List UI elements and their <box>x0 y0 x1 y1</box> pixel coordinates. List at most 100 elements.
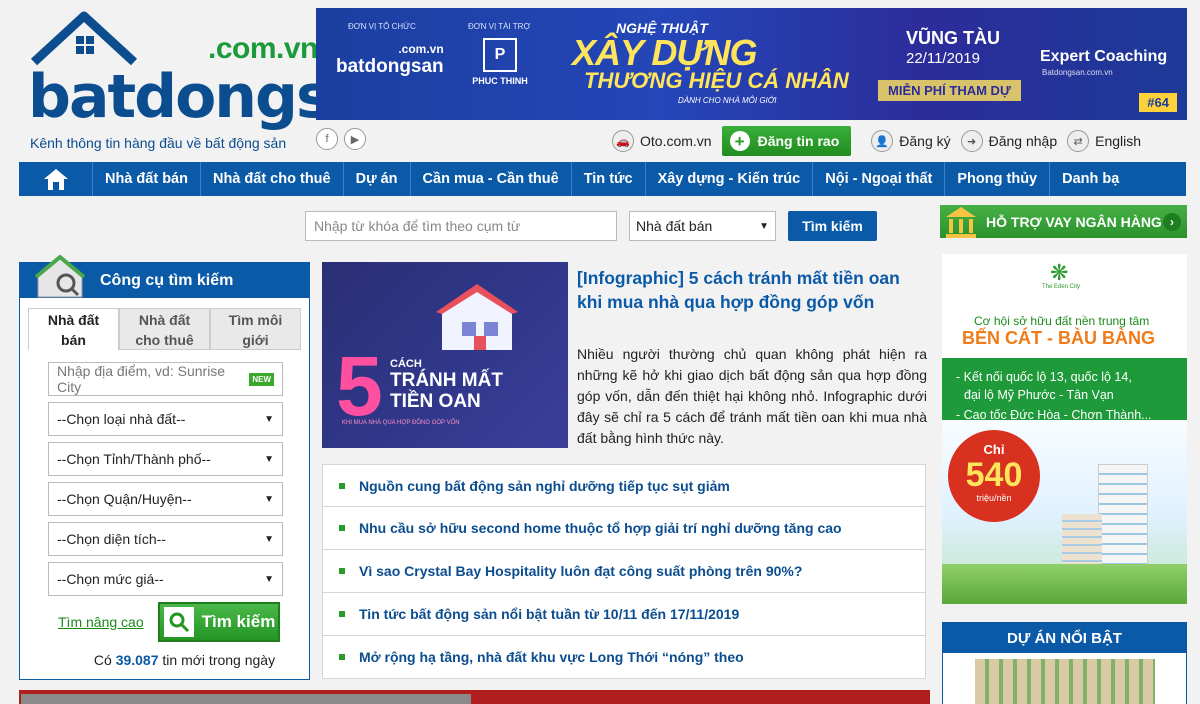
login-link[interactable]: ➜ Đăng nhập <box>960 130 1058 152</box>
news-title: Vì sao Crystal Bay Hospitality luôn đạt … <box>359 563 803 579</box>
home-icon <box>43 169 68 190</box>
price-select[interactable]: --Chọn mức giá-- ▼ <box>48 562 283 596</box>
oto-link[interactable]: 🚗 Oto.com.vn <box>612 130 712 152</box>
news-item[interactable]: Mở rộng hạ tầng, nhà đất khu vực Long Th… <box>322 636 926 679</box>
sponsor-logo: P PHUC THINH <box>462 38 538 86</box>
chevron-down-icon: ▼ <box>264 493 274 505</box>
youtube-icon[interactable]: ▶ <box>344 128 366 150</box>
tab-nha-dat-ban[interactable]: Nhà đất bán <box>28 308 119 350</box>
bank-loan-label: HỖ TRỢ VAY NGÂN HÀNG <box>986 213 1162 230</box>
sidebar-ad[interactable]: ❋ The Eden City Cơ hội sở hữu đất nền tr… <box>942 254 1187 604</box>
panel-search-button[interactable]: Tìm kiếm <box>157 602 280 642</box>
ad-point-1: - Kết nối quốc lộ 13, quốc lộ 14, <box>956 370 1132 384</box>
sponsor-name: PHUC THINH <box>472 76 528 86</box>
chevron-right-icon: › <box>1163 213 1181 231</box>
new-listings-count: Có 39.087 tin mới trong ngày <box>20 652 309 668</box>
province-select[interactable]: --Chọn Tỉnh/Thành phố-- ▼ <box>48 442 283 476</box>
property-type-select[interactable]: --Chọn loại nhà đất-- ▼ <box>48 402 283 436</box>
news-item[interactable]: Nguồn cung bất động sản nghỉ dưỡng tiếp … <box>322 464 926 507</box>
nav-item-ban[interactable]: Nhà đất bán <box>93 162 201 196</box>
ad-region: BẾN CÁT - BÀU BÀNG <box>962 328 1155 348</box>
chevron-down-icon: ▼ <box>759 220 769 232</box>
top-banner-ad[interactable]: ĐƠN VỊ TỔ CHỨC ĐƠN VỊ TÀI TRỢ .com.vn ba… <box>316 8 1187 120</box>
facebook-icon[interactable]: f <box>316 128 338 150</box>
area-select[interactable]: --Chọn diện tích-- ▼ <box>48 522 283 556</box>
featured-project-image[interactable] <box>974 659 1155 704</box>
tab-label-line1: Nhà đất <box>47 312 100 328</box>
featured-projects: DỰ ÁN NỔI BẬT <box>942 622 1187 704</box>
banner-logo: .com.vn batdongsan <box>336 42 444 78</box>
register-link[interactable]: 👤 Đăng ký <box>871 130 951 152</box>
nav-item-cho-thue[interactable]: Nhà đất cho thuê <box>201 162 344 196</box>
count-suffix: tin mới trong ngày <box>162 652 276 668</box>
nav-item-xay-dung[interactable]: Xây dựng - Kiến trúc <box>646 162 814 196</box>
nav-item-du-an[interactable]: Dự án <box>344 162 411 196</box>
keyword-search-input[interactable]: Nhập từ khóa để tìm theo cụm từ <box>305 211 617 241</box>
post-listing-button[interactable]: + Đăng tin rao <box>721 126 852 156</box>
district-select[interactable]: --Chọn Quận/Huyện-- ▼ <box>48 482 283 516</box>
category-select-value: Nhà đất bán <box>636 218 713 234</box>
infographic-heading-line1: TRÁNH MẤT <box>390 370 503 391</box>
house-search-icon <box>34 255 86 298</box>
ad-point-2: đại lộ Mỹ Phước - Tân Vạn <box>964 388 1114 402</box>
keyword-search-button[interactable]: Tìm kiếm <box>788 211 877 241</box>
search-tool-panel: Công cụ tìm kiếm Nhà đất bán Nhà đất cho… <box>19 255 310 680</box>
banner-line-4: DÀNH CHO NHÀ MÔI GIỚI <box>678 96 777 105</box>
main-nav: Nhà đất bán Nhà đất cho thuê Dự án Cần m… <box>19 162 1186 196</box>
count-prefix: Có <box>93 652 112 668</box>
featured-article-title[interactable]: [Infographic] 5 cách tránh mất tiền oan … <box>577 266 927 314</box>
plus-icon: + <box>729 131 750 151</box>
category-select[interactable]: Nhà đất bán ▼ <box>629 211 776 241</box>
ad-point-3: - Cao tốc Đức Hòa - Chơn Thành... <box>956 408 1152 422</box>
nav-item-can-mua[interactable]: Cần mua - Cần thuê <box>411 162 572 196</box>
advanced-search-link[interactable]: Tìm nâng cao <box>58 614 144 630</box>
bottom-banner[interactable] <box>19 690 930 704</box>
nav-item-phong-thuy[interactable]: Phong thủy <box>945 162 1051 196</box>
nav-item-tin-tuc[interactable]: Tin tức <box>572 162 646 196</box>
chevron-down-icon: ▼ <box>264 453 274 465</box>
language-link[interactable]: ⇄ English <box>1067 130 1141 152</box>
news-item[interactable]: Tin tức bất động sản nổi bật tuần từ 10/… <box>322 593 926 636</box>
site-logo[interactable]: .com.vn batdongsan <box>22 10 411 132</box>
tab-label-line2: giới <box>242 332 269 348</box>
bullet-icon <box>339 654 345 660</box>
site-tagline: Kênh thông tin hàng đầu về bất động sản <box>30 135 287 151</box>
panel-tabs: Nhà đất bán Nhà đất cho thuê Tìm môi giớ… <box>28 308 301 350</box>
panel-title: Công cụ tìm kiếm <box>100 271 234 289</box>
bullet-icon <box>339 611 345 617</box>
login-label: Đăng nhập <box>988 133 1058 149</box>
location-input[interactable]: Nhập địa điểm, vd: Sunrise City NEW <box>48 362 283 396</box>
nav-item-danh-ba[interactable]: Danh bạ <box>1050 162 1131 196</box>
bullet-icon <box>339 568 345 574</box>
nav-item-noi-ngoai-that[interactable]: Nội - Ngoại thất <box>813 162 946 196</box>
oto-link-label: Oto.com.vn <box>640 133 712 149</box>
home-button[interactable] <box>19 162 93 196</box>
chevron-down-icon: ▼ <box>264 573 274 585</box>
banner-coach-site: Batdongsan.com.vn <box>1042 68 1113 77</box>
chevron-down-icon: ▼ <box>264 533 274 545</box>
infographic-label-1: CÁCH <box>390 358 422 370</box>
banner-line-3: THƯƠNG HIỆU CÁ NHÂN <box>584 68 849 93</box>
bullet-icon <box>339 482 345 489</box>
banner-sponsor-label: ĐƠN VỊ TÀI TRỢ <box>468 22 531 31</box>
infographic-caption: KHI MUA NHÀ QUA HỢP ĐỒNG GÓP VỐN <box>342 420 460 426</box>
news-item[interactable]: Vì sao Crystal Bay Hospitality luôn đạt … <box>322 550 926 593</box>
ad-price: 540 <box>965 456 1023 494</box>
news-title: Tin tức bất động sản nổi bật tuần từ 10/… <box>359 606 740 622</box>
landscape-illustration <box>942 564 1187 604</box>
province-value: --Chọn Tỉnh/Thành phố-- <box>57 451 211 467</box>
featured-article-image[interactable]: 5 CÁCH TRÁNH MẤT TIỀN OAN KHI MUA NHÀ QU… <box>322 262 568 448</box>
flower-logo-icon: ❋ <box>1050 260 1069 285</box>
news-item[interactable]: Nhu cầu sở hữu second home thuộc tổ hợp … <box>322 507 926 550</box>
property-type-value: --Chọn loại nhà đất-- <box>57 411 186 427</box>
tab-tim-moi-gioi[interactable]: Tìm môi giới <box>210 308 301 350</box>
tab-nha-dat-cho-thue[interactable]: Nhà đất cho thuê <box>119 308 210 350</box>
search-icon <box>163 607 194 637</box>
login-icon: ➜ <box>960 130 983 152</box>
ad-price-label: Chỉ <box>983 442 1005 457</box>
infographic-heading-line2: TIỀN OAN <box>390 391 481 412</box>
bank-loan-button[interactable]: HỖ TRỢ VAY NGÂN HÀNG › <box>940 205 1187 238</box>
banner-logo-domain: .com.vn <box>398 42 444 56</box>
banner-city: VŨNG TÀU <box>906 28 1000 48</box>
tab-label-line1: Tìm môi <box>228 312 283 328</box>
